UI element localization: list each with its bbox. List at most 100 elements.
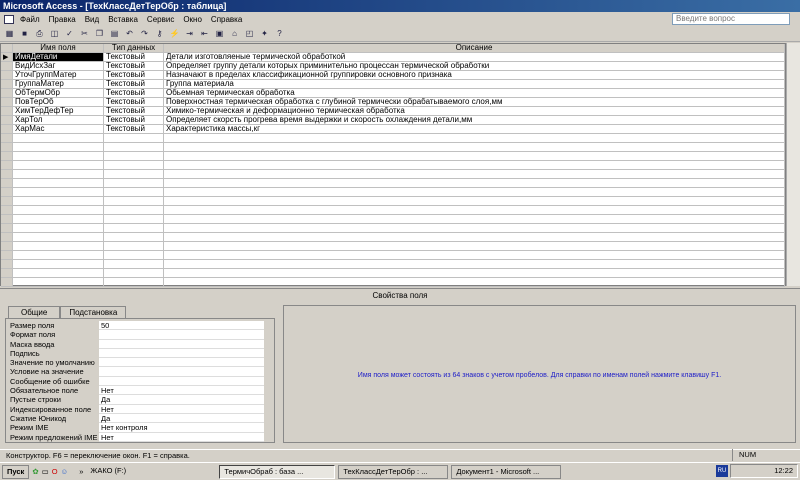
row-selector[interactable] — [1, 215, 13, 223]
new-object-icon[interactable]: ✦ — [259, 29, 270, 39]
data-type-cell[interactable]: Текстовый — [104, 71, 164, 79]
paste-icon[interactable]: ▤ — [109, 29, 120, 39]
redo-icon[interactable]: ↷ — [139, 29, 150, 39]
property-value[interactable]: Да — [99, 413, 264, 424]
property-value[interactable]: Нет — [99, 404, 264, 414]
table-row[interactable] — [1, 143, 785, 152]
data-type-cell[interactable]: Текстовый — [104, 80, 164, 88]
row-selector[interactable] — [1, 161, 13, 169]
menu-file[interactable]: Файл — [20, 15, 40, 24]
copy-icon[interactable]: ❐ — [94, 29, 105, 39]
table-row[interactable] — [1, 134, 785, 143]
row-selector[interactable] — [1, 188, 13, 196]
table-row[interactable] — [1, 197, 785, 206]
table-row[interactable] — [1, 233, 785, 242]
print-icon[interactable]: ⎙ — [34, 29, 45, 39]
field-name-cell[interactable]: ПовТерОб — [13, 98, 104, 106]
table-row[interactable]: ГруппаМатер Текстовый Группа материала — [1, 80, 785, 89]
table-row[interactable]: ▶ ИмяДетали Текстовый Детали изготовляеные … — [1, 53, 785, 62]
field-name-cell[interactable]: УточГруппМатер — [13, 71, 104, 79]
data-type-cell[interactable]: Текстовый — [104, 62, 164, 70]
table-row[interactable]: УточГруппМатер Текстовый Назначают в преде… — [1, 71, 785, 80]
field-name-cell[interactable]: ГруппаМатер — [13, 80, 104, 88]
table-row[interactable] — [1, 278, 785, 287]
spell-icon[interactable]: ✓ — [64, 29, 75, 39]
language-indicator[interactable]: RU — [716, 465, 728, 477]
task-table[interactable]: ТехКлассДетТерОбр : ... — [338, 464, 449, 479]
description-cell[interactable]: Определяет скорсть прогрева время выдерж… — [164, 116, 785, 124]
tab-general[interactable]: Общие — [8, 306, 61, 318]
row-selector[interactable] — [1, 170, 13, 178]
row-selector[interactable] — [1, 197, 13, 205]
row-selector[interactable] — [1, 107, 13, 115]
row-selector[interactable] — [1, 152, 13, 160]
insert-rows-icon[interactable]: ⇥ — [184, 29, 195, 39]
table-row[interactable]: ХарМас Текстовый Характеристика массы,кг — [1, 125, 785, 134]
description-cell[interactable]: Детали изготовляеные термической обработ… — [164, 53, 785, 61]
menu-view[interactable]: Вид — [85, 15, 99, 24]
description-cell[interactable]: Назначают в пределах классификационной г… — [164, 71, 785, 79]
desktop-icon[interactable]: ▭ — [42, 467, 49, 476]
table-row[interactable] — [1, 161, 785, 170]
property-value[interactable] — [99, 330, 264, 340]
data-type-cell[interactable]: Текстовый — [104, 89, 164, 97]
data-type-cell[interactable]: Текстовый — [104, 107, 164, 115]
quick-launch-icon[interactable]: ✿ — [32, 467, 38, 476]
help-search-input[interactable]: Введите вопрос — [672, 13, 790, 25]
data-type-cell[interactable]: Текстовый — [104, 125, 164, 133]
table-row[interactable]: ВидИсхЗаг Текстовый Определяет группу дета… — [1, 62, 785, 71]
row-selector[interactable]: ▶ — [1, 53, 13, 61]
table-row[interactable] — [1, 269, 785, 278]
row-selector[interactable] — [1, 224, 13, 232]
row-selector[interactable] — [1, 125, 13, 133]
builder-icon[interactable]: ⌂ — [229, 29, 240, 39]
delete-rows-icon[interactable]: ⇤ — [199, 29, 210, 39]
property-value[interactable] — [99, 358, 264, 368]
table-row[interactable] — [1, 242, 785, 251]
menu-help[interactable]: Справка — [211, 15, 242, 24]
table-row[interactable] — [1, 251, 785, 260]
table-row[interactable] — [1, 206, 785, 215]
opera-icon[interactable]: O — [52, 467, 58, 476]
table-row[interactable]: ХарТол Текстовый Определяет скорсть прогре… — [1, 116, 785, 125]
data-type-cell[interactable]: Текстовый — [104, 116, 164, 124]
table-row[interactable] — [1, 260, 785, 269]
task-document[interactable]: Документ1 - Microsoft ... — [451, 464, 562, 479]
row-selector[interactable] — [1, 71, 13, 79]
menu-tools[interactable]: Сервис — [147, 15, 174, 24]
table-row[interactable] — [1, 170, 785, 179]
row-selector[interactable] — [1, 251, 13, 259]
menu-window[interactable]: Окно — [183, 15, 202, 24]
menu-insert[interactable]: Вставка — [108, 15, 138, 24]
property-value[interactable] — [99, 339, 264, 349]
task-drive[interactable]: ЖАКО (F:) — [86, 464, 217, 479]
row-selector[interactable] — [1, 143, 13, 151]
row-selector[interactable] — [1, 206, 13, 214]
data-type-cell[interactable]: Текстовый — [104, 53, 164, 61]
property-value[interactable] — [99, 376, 264, 387]
help-icon[interactable]: ? — [274, 29, 285, 39]
data-type-cell[interactable]: Текстовый — [104, 98, 164, 106]
table-row[interactable]: ХимТерДефТер Текстовый Химико-термическая … — [1, 107, 785, 116]
property-value[interactable]: Да — [99, 395, 264, 405]
table-row[interactable] — [1, 152, 785, 161]
properties-icon[interactable]: ▣ — [214, 29, 225, 39]
field-name-cell[interactable]: ОбТермОбр — [13, 89, 104, 97]
row-selector[interactable] — [1, 233, 13, 241]
table-row[interactable] — [1, 224, 785, 233]
row-selector[interactable] — [1, 89, 13, 97]
cut-icon[interactable]: ✂ — [79, 29, 90, 39]
row-selector[interactable] — [1, 260, 13, 268]
start-button[interactable]: Пуск — [2, 464, 30, 479]
table-row[interactable] — [1, 188, 785, 197]
description-cell[interactable]: Поверхностная термическая обработка с гл… — [164, 98, 785, 106]
row-selector[interactable] — [1, 62, 13, 70]
description-cell[interactable]: Определяет группу детали которых примини… — [164, 62, 785, 70]
undo-icon[interactable]: ↶ — [124, 29, 135, 39]
save-icon[interactable]: ■ — [19, 29, 30, 39]
table-row[interactable] — [1, 215, 785, 224]
field-name-cell[interactable]: ХимТерДефТер — [13, 107, 104, 115]
task-database[interactable]: ТермичОбраб : база ... — [219, 464, 336, 479]
build-icon[interactable]: ⚡ — [169, 29, 180, 39]
property-value[interactable]: Нет — [99, 386, 264, 396]
